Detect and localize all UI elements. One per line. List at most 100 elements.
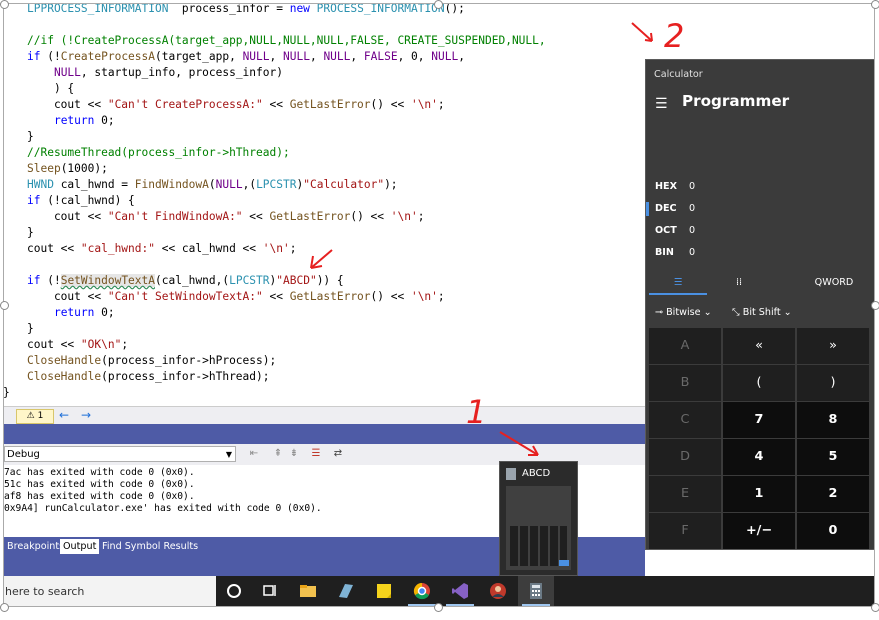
key-2[interactable]: 2	[797, 476, 869, 512]
output-line: 7ac has exited with code 0 (0x0).	[4, 467, 195, 478]
output-line: 51c has exited with code 0 (0x0).	[4, 479, 195, 490]
code-line: if (!cal_hwnd) {	[27, 194, 135, 207]
key-negate[interactable]: +/−	[723, 513, 795, 549]
word-wrap-icon[interactable]: ⇄	[332, 447, 344, 460]
search-placeholder: here to search	[5, 585, 85, 598]
annotation-arrow	[644, 32, 653, 42]
code-line: //ResumeThread(process_infor->hThread);	[27, 146, 290, 159]
key-0[interactable]: 0	[797, 513, 869, 549]
resize-handle[interactable]	[434, 0, 443, 9]
code-line: cout << "cal_hwnd:" << cal_hwnd << '\n';	[27, 242, 297, 255]
key-f[interactable]: F	[649, 513, 721, 549]
key-e[interactable]: E	[649, 476, 721, 512]
key-c[interactable]: C	[649, 402, 721, 438]
folder-icon	[300, 585, 316, 597]
tab-breakpoints[interactable]: Breakpoints	[4, 539, 67, 554]
bitshift-label: Bit Shift	[742, 307, 781, 318]
resize-handle[interactable]	[0, 301, 9, 310]
radix-oct-label[interactable]: OCT	[655, 225, 677, 236]
bitwise-menu[interactable]: ⊸ Bitwise ⌄	[655, 307, 712, 318]
radix-bin-label[interactable]: BIN	[655, 247, 674, 258]
resize-handle[interactable]	[871, 301, 879, 310]
panel-splitter[interactable]	[4, 424, 645, 444]
task-view-icon	[263, 585, 276, 596]
find-message-icon[interactable]: ⇤	[248, 447, 260, 460]
cortana-button[interactable]	[216, 576, 252, 606]
bitshift-menu[interactable]: ⤡ Bit Shift ⌄	[732, 307, 792, 318]
output-line: 0x9A4] runCalculator.exe' has exited wit…	[4, 503, 322, 514]
key-open-paren[interactable]: (	[723, 365, 795, 401]
word-size-button[interactable]: QWORD	[806, 273, 862, 293]
radix-dec-label[interactable]: DEC	[655, 203, 677, 214]
key-shift-left[interactable]: «	[723, 328, 795, 364]
thumbnail-image	[506, 486, 571, 570]
code-line: NULL, startup_info, process_infor)	[53, 66, 283, 79]
calculator-icon	[506, 468, 516, 480]
visual-studio-button[interactable]	[442, 576, 478, 606]
key-a[interactable]: A	[649, 328, 721, 364]
key-b[interactable]: B	[649, 365, 721, 401]
resize-handle[interactable]	[434, 603, 443, 612]
output-source-value: Debug	[7, 449, 40, 460]
code-line: HWND cal_hwnd = FindWindowA(NULL,(LPCSTR…	[27, 178, 398, 191]
code-line: LPPROCESS_INFORMATION process_infor = ne…	[27, 2, 465, 15]
code-line: ) {	[27, 82, 75, 95]
key-d[interactable]: D	[649, 439, 721, 475]
code-line: }	[27, 322, 34, 335]
chrome-button[interactable]	[404, 576, 440, 606]
key-close-paren[interactable]: )	[797, 365, 869, 401]
code-line: cout << "OK\n";	[27, 338, 129, 351]
file-explorer-button[interactable]	[290, 576, 326, 606]
key-8[interactable]: 8	[797, 402, 869, 438]
chevron-down-icon: ▼	[225, 450, 232, 459]
resize-handle[interactable]	[871, 0, 879, 9]
code-line: cout << "Can't CreateProcessA:" << GetLa…	[27, 98, 445, 111]
app-icon	[339, 584, 353, 598]
code-line: cout << "Can't SetWindowTextA:" << GetLa…	[27, 290, 445, 303]
resize-handle[interactable]	[0, 603, 9, 612]
code-line: CloseHandle(process_infor->hProcess);	[27, 354, 277, 367]
output-source-select[interactable]: Debug ▼	[4, 446, 236, 462]
tab-output[interactable]: Output	[60, 539, 100, 554]
key-shift-right[interactable]: »	[797, 328, 869, 364]
radix-hex-label[interactable]: HEX	[655, 181, 677, 192]
prev-message-icon[interactable]: ⇞	[272, 447, 284, 460]
sticky-notes-button[interactable]	[366, 576, 402, 606]
user-app-button[interactable]	[480, 576, 516, 606]
code-editor[interactable]: LPPROCESS_INFORMATION process_infor = ne…	[4, 0, 645, 406]
key-4[interactable]: 4	[723, 439, 795, 475]
cortana-icon	[227, 584, 241, 598]
key-1[interactable]: 1	[723, 476, 795, 512]
running-indicator	[408, 604, 436, 606]
taskbar: here to search	[4, 576, 875, 606]
thumbnail-title: ABCD	[522, 468, 551, 479]
taskbar-search-box[interactable]: here to search	[4, 576, 216, 606]
code-line: if (!CreateProcessA(target_app, NULL, NU…	[27, 50, 465, 63]
avatar-icon	[490, 583, 506, 599]
nav-forward-icon[interactable]: →	[81, 408, 91, 422]
warning-count-badge[interactable]: ⚠ 1	[16, 409, 54, 424]
code-line: cout << "Can't FindWindowA:" << GetLastE…	[27, 210, 425, 223]
app-button[interactable]	[328, 576, 364, 606]
bit-toggling-keypad-icon[interactable]: ⁞⁞	[710, 273, 768, 293]
code-line: //if (!CreateProcessA(target_app,NULL,NU…	[27, 34, 546, 47]
calculator-taskbar-button[interactable]	[518, 576, 554, 606]
bitwise-icon: ⊸	[655, 307, 667, 318]
code-line: }	[27, 226, 34, 239]
resize-handle[interactable]	[0, 0, 9, 9]
radix-oct-value: 0	[689, 225, 696, 236]
clear-all-icon[interactable]: ☰	[310, 447, 322, 460]
chevron-down-icon: ⌄	[780, 307, 792, 318]
full-keypad-icon[interactable]: ☰	[649, 273, 707, 293]
nav-back-icon[interactable]: ←	[59, 408, 69, 422]
key-7[interactable]: 7	[723, 402, 795, 438]
hamburger-menu-icon[interactable]: ☰	[655, 96, 668, 112]
key-5[interactable]: 5	[797, 439, 869, 475]
calculator-thumbnail-preview[interactable]: ABCD	[499, 461, 578, 576]
task-view-button[interactable]	[252, 576, 288, 606]
tab-find-symbol-results[interactable]: Find Symbol Results	[99, 539, 201, 554]
active-tab-indicator	[649, 293, 707, 295]
next-message-icon[interactable]: ⇟	[288, 447, 300, 460]
calculator-window: Calculator ☰ Programmer HEX 0 DEC 0 OCT …	[645, 59, 875, 550]
resize-handle[interactable]	[871, 603, 879, 612]
